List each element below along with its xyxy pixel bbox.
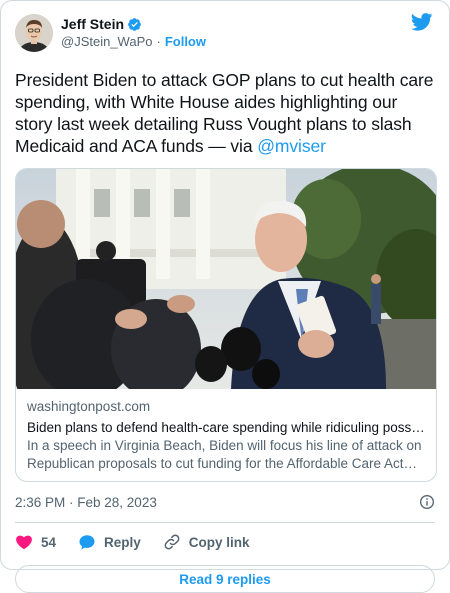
tweet-header: Jeff Stein @JStein_WaPo · Follow: [15, 11, 435, 55]
author-handle[interactable]: @JStein_WaPo: [61, 33, 152, 50]
like-count: 54: [41, 534, 57, 550]
author-name[interactable]: Jeff Stein: [61, 16, 124, 33]
tweet-body: President Biden to attack GOP plans to c…: [15, 70, 434, 156]
tweet-text: President Biden to attack GOP plans to c…: [15, 69, 435, 157]
link-domain: washingtonpost.com: [27, 399, 151, 414]
author-info: Jeff Stein @JStein_WaPo · Follow: [61, 16, 206, 50]
like-button[interactable]: 54: [15, 533, 56, 551]
follow-button[interactable]: Follow: [165, 33, 206, 50]
link-description: In a speech in Virginia Beach, Biden wil…: [27, 438, 422, 471]
reply-button[interactable]: Reply: [78, 533, 141, 551]
copy-link-button[interactable]: Copy link: [163, 533, 250, 551]
heart-icon: [16, 535, 32, 550]
handle-separator: ·: [156, 34, 161, 49]
link-meta: washingtonpost.com Biden plans to defend…: [16, 389, 436, 481]
twitter-bird-icon[interactable]: [411, 13, 433, 31]
link-preview-card[interactable]: washingtonpost.com Biden plans to defend…: [15, 168, 437, 482]
article-photo: [16, 169, 436, 389]
info-icon[interactable]: [419, 494, 435, 510]
mention-link[interactable]: @mviser: [257, 136, 326, 156]
copy-link-label: Copy link: [188, 534, 250, 550]
link-title[interactable]: Biden plans to defend health-care spendi…: [27, 418, 425, 437]
reply-label: Reply: [104, 534, 141, 550]
action-bar: 54 Reply Copy link: [15, 523, 435, 561]
avatar[interactable]: [15, 14, 53, 52]
read-replies-button[interactable]: Read 9 replies: [15, 565, 435, 593]
timestamp-row: 2:36 PM · Feb 28, 2023: [15, 492, 435, 512]
verified-badge-icon: [128, 18, 141, 31]
tweet-card: Jeff Stein @JStein_WaPo · Follow Preside…: [0, 0, 450, 593]
link-icon: [164, 534, 180, 550]
speech-bubble-icon: [79, 535, 95, 550]
timestamp[interactable]: 2:36 PM · Feb 28, 2023: [15, 495, 157, 510]
